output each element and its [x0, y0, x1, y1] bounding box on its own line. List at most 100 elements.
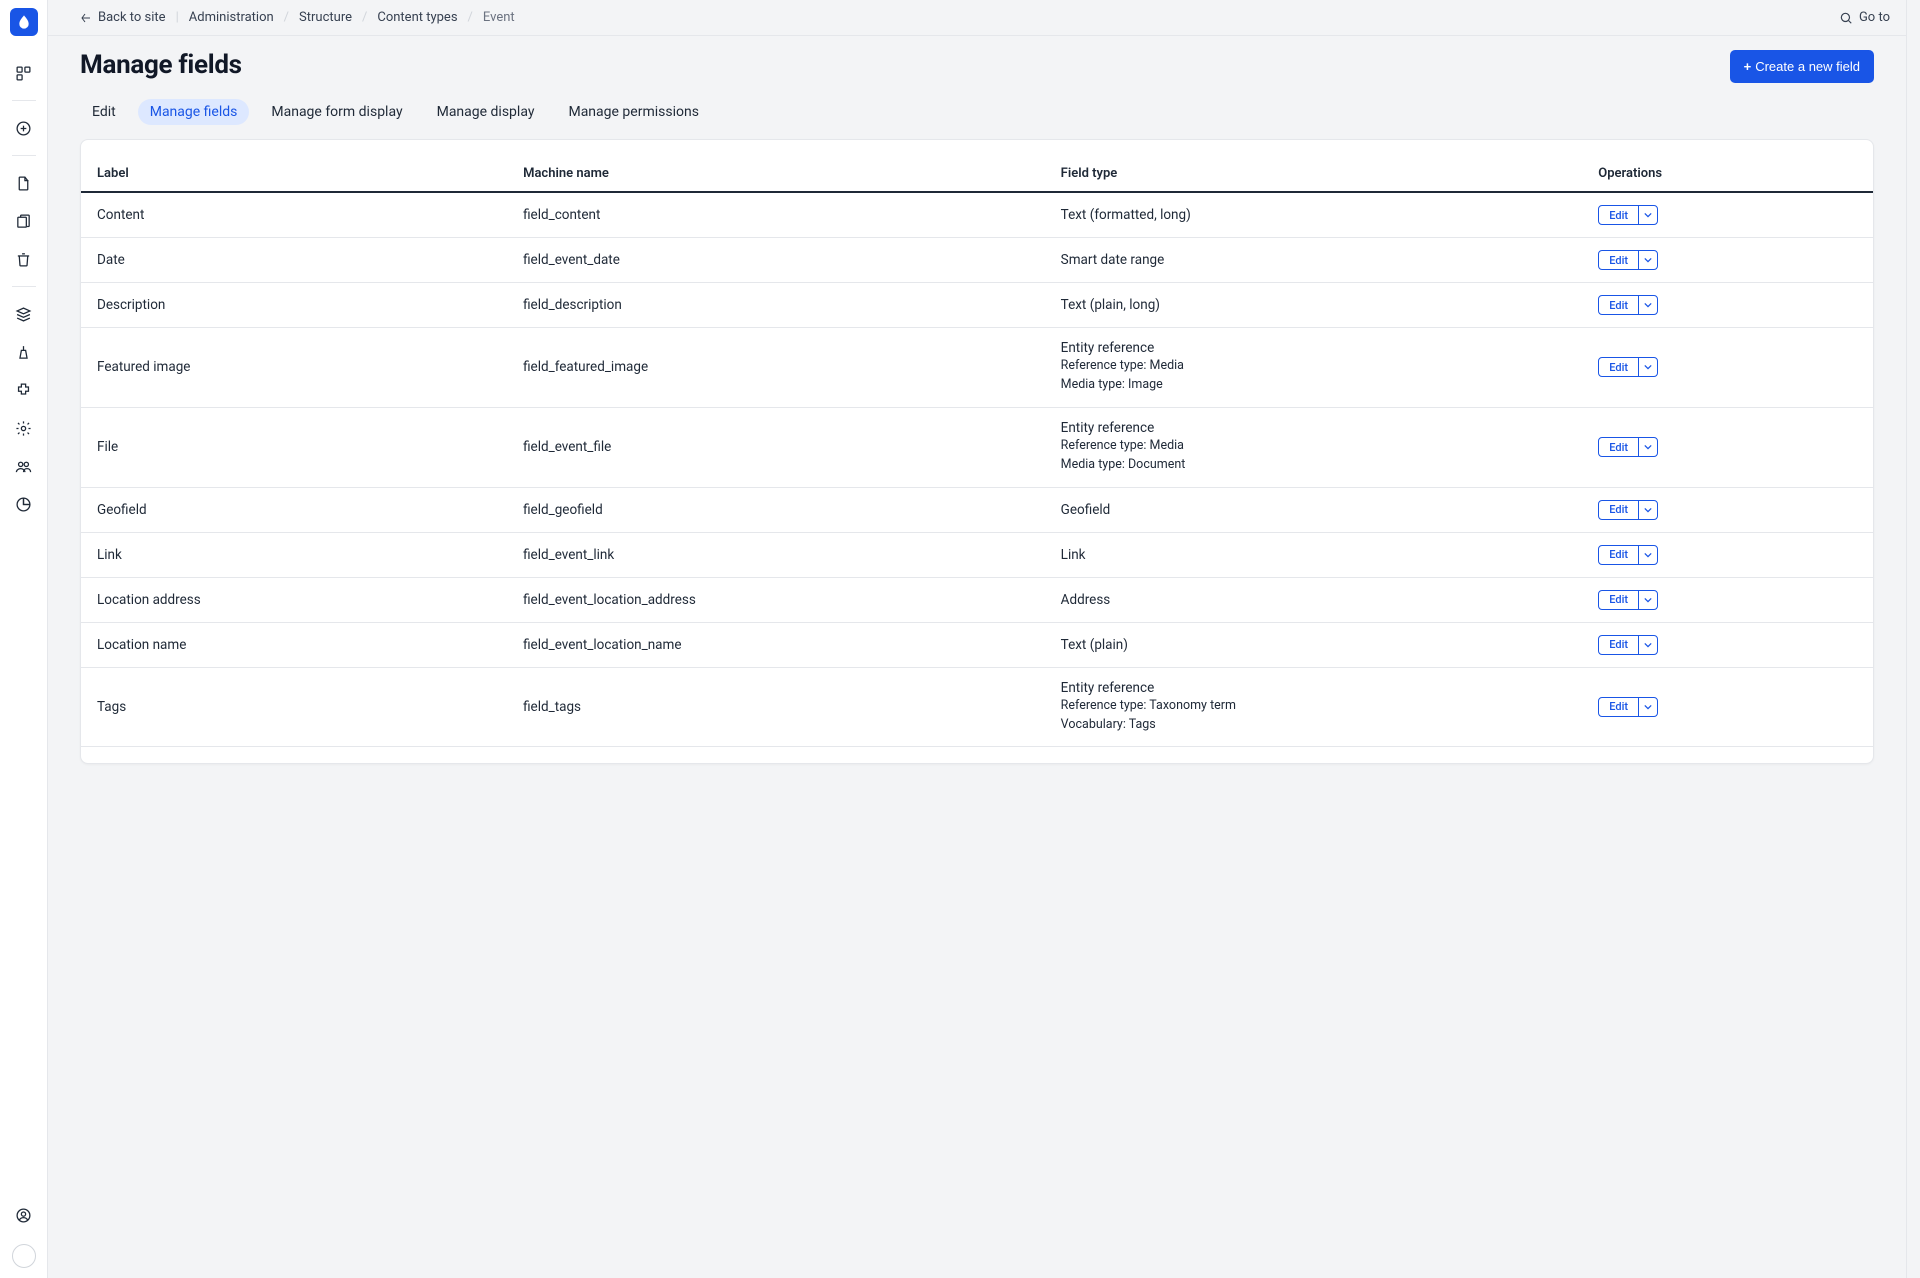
create-icon[interactable] — [8, 112, 40, 144]
edit-dropbutton: Edit — [1598, 295, 1658, 315]
edit-button[interactable]: Edit — [1599, 358, 1639, 376]
edit-button[interactable]: Edit — [1599, 438, 1639, 456]
dropdown-toggle[interactable] — [1639, 251, 1657, 269]
cell-machine: field_event_location_address — [511, 577, 1049, 622]
dropdown-toggle[interactable] — [1639, 546, 1657, 564]
cell-label: Featured image — [81, 328, 511, 408]
cell-label: Location address — [81, 577, 511, 622]
breadcrumb: Back to site | Administration / Structur… — [80, 10, 515, 25]
chevron-down-icon — [1644, 256, 1652, 264]
chevron-down-icon — [1644, 363, 1652, 371]
plus-icon: + — [1744, 59, 1752, 74]
dropdown-toggle[interactable] — [1639, 501, 1657, 519]
appearance-icon[interactable] — [8, 336, 40, 368]
cell-ops: Edit — [1586, 667, 1873, 747]
cell-label: Date — [81, 238, 511, 283]
extend-icon[interactable] — [8, 374, 40, 406]
sidebar-divider — [12, 100, 36, 101]
chevron-down-icon — [1644, 506, 1652, 514]
drupal-logo[interactable] — [10, 8, 38, 36]
edit-button[interactable]: Edit — [1599, 546, 1639, 564]
create-button-label: Create a new field — [1755, 59, 1860, 74]
search-icon — [1839, 11, 1853, 25]
breadcrumb-sep: / — [362, 10, 367, 25]
breadcrumb-current: Event — [483, 10, 515, 25]
configuration-icon[interactable] — [8, 412, 40, 444]
back-arrow-icon — [80, 12, 92, 24]
edit-button[interactable]: Edit — [1599, 251, 1639, 269]
cell-type: Smart date range — [1049, 238, 1587, 283]
edit-dropbutton: Edit — [1598, 250, 1658, 270]
files-icon[interactable] — [8, 205, 40, 237]
content-icon[interactable] — [8, 167, 40, 199]
dropdown-toggle[interactable] — [1639, 206, 1657, 224]
tab-manage-form-display[interactable]: Manage form display — [259, 99, 414, 125]
tab-edit[interactable]: Edit — [80, 99, 128, 125]
edit-dropbutton: Edit — [1598, 205, 1658, 225]
cell-ops: Edit — [1586, 577, 1873, 622]
cell-ops: Edit — [1586, 532, 1873, 577]
dropdown-toggle[interactable] — [1639, 438, 1657, 456]
cell-type: Address — [1049, 577, 1587, 622]
edit-button[interactable]: Edit — [1599, 501, 1639, 519]
th-type: Field type — [1049, 156, 1587, 192]
cell-ops: Edit — [1586, 238, 1873, 283]
cell-ops: Edit — [1586, 487, 1873, 532]
cell-label: Link — [81, 532, 511, 577]
table-row: Linkfield_event_linkLink Edit — [81, 532, 1873, 577]
breadcrumb-item[interactable]: Content types — [377, 10, 457, 25]
edit-button[interactable]: Edit — [1599, 206, 1639, 224]
cell-machine: field_event_date — [511, 238, 1049, 283]
dropdown-toggle[interactable] — [1639, 636, 1657, 654]
breadcrumb-item[interactable]: Structure — [299, 10, 352, 25]
goto-button[interactable]: Go to — [1839, 10, 1890, 25]
cell-machine: field_geofield — [511, 487, 1049, 532]
cell-ops: Edit — [1586, 328, 1873, 408]
cell-machine: field_event_file — [511, 407, 1049, 487]
tab-manage-permissions[interactable]: Manage permissions — [556, 99, 710, 125]
user-icon[interactable] — [8, 1199, 40, 1231]
back-label: Back to site — [98, 10, 166, 25]
edit-button[interactable]: Edit — [1599, 636, 1639, 654]
cell-machine: field_description — [511, 283, 1049, 328]
dropdown-toggle[interactable] — [1639, 296, 1657, 314]
chevron-down-icon — [1644, 211, 1652, 219]
dropdown-toggle[interactable] — [1639, 591, 1657, 609]
cell-label: Location name — [81, 622, 511, 667]
table-row: Datefield_event_dateSmart date range Edit — [81, 238, 1873, 283]
reports-icon[interactable] — [8, 488, 40, 520]
cell-label: Content — [81, 192, 511, 238]
edit-button[interactable]: Edit — [1599, 591, 1639, 609]
tab-manage-display[interactable]: Manage display — [425, 99, 547, 125]
cell-machine: field_tags — [511, 667, 1049, 747]
cell-type: Geofield — [1049, 487, 1587, 532]
edit-dropbutton: Edit — [1598, 635, 1658, 655]
page-title: Manage fields — [80, 50, 242, 80]
cell-machine: field_event_link — [511, 532, 1049, 577]
workspaces-icon[interactable] — [8, 57, 40, 89]
dropdown-toggle[interactable] — [1639, 358, 1657, 376]
create-field-button[interactable]: + Create a new field — [1730, 50, 1874, 83]
table-row: Contentfield_contentText (formatted, lon… — [81, 192, 1873, 238]
breadcrumb-item[interactable]: Administration — [189, 10, 274, 25]
cell-type: Text (formatted, long) — [1049, 192, 1587, 238]
people-icon[interactable] — [8, 450, 40, 482]
th-ops: Operations — [1586, 156, 1873, 192]
edit-button[interactable]: Edit — [1599, 698, 1639, 716]
chevron-down-icon — [1644, 596, 1652, 604]
edit-dropbutton: Edit — [1598, 357, 1658, 377]
cell-ops: Edit — [1586, 192, 1873, 238]
dropdown-toggle[interactable] — [1639, 698, 1657, 716]
sidebar-divider — [12, 155, 36, 156]
tab-manage-fields[interactable]: Manage fields — [138, 99, 250, 125]
cell-type: Link — [1049, 532, 1587, 577]
chevron-down-icon — [1644, 641, 1652, 649]
edit-button[interactable]: Edit — [1599, 296, 1639, 314]
trash-icon[interactable] — [8, 243, 40, 275]
back-to-site-link[interactable]: Back to site — [80, 10, 166, 25]
breadcrumb-sep: | — [176, 10, 179, 25]
th-label: Label — [81, 156, 511, 192]
th-machine: Machine name — [511, 156, 1049, 192]
cell-type: Entity referenceReference type: Taxonomy… — [1049, 667, 1587, 747]
structure-icon[interactable] — [8, 298, 40, 330]
